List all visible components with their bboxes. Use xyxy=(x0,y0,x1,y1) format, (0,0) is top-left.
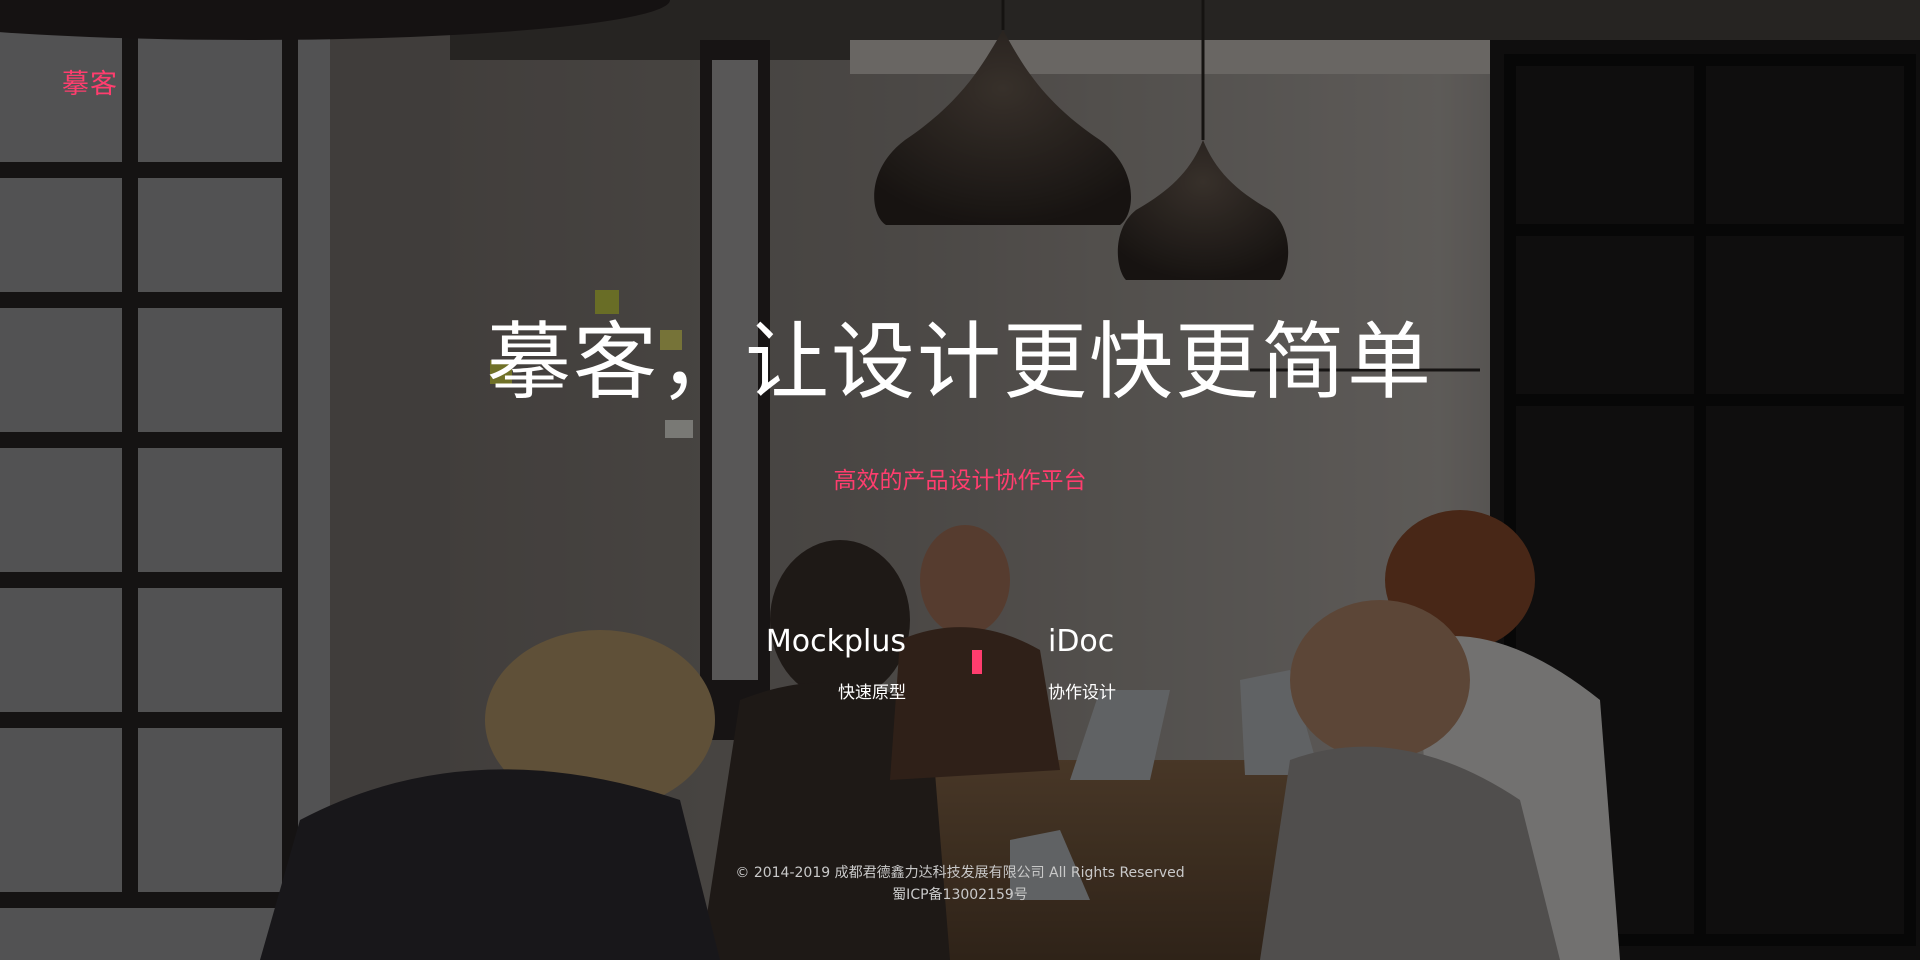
product-divider-bar xyxy=(972,650,982,674)
footer-icp[interactable]: 蜀ICP备13002159号 xyxy=(0,884,1920,906)
brand-logo[interactable]: 摹客 xyxy=(62,62,118,101)
product-name: Mockplus xyxy=(765,624,906,659)
product-description: 快速原型 xyxy=(838,683,906,703)
hero-subtitle: 高效的产品设计协作平台 xyxy=(833,468,1087,494)
product-description: 协作设计 xyxy=(1048,683,1116,703)
footer-copyright: © 2014-2019 成都君德鑫力达科技发展有限公司 All Rights R… xyxy=(735,865,1185,881)
footer: © 2014-2019 成都君德鑫力达科技发展有限公司 All Rights R… xyxy=(0,862,1920,906)
product-link-mockplus[interactable]: Mockplus 快速原型 xyxy=(766,620,906,706)
product-link-idoc[interactable]: iDoc 协作设计 xyxy=(1048,620,1116,706)
product-name: iDoc xyxy=(1048,624,1115,659)
landing-page: 摹客 摹客，让设计更快更简单 高效的产品设计协作平台 Mockplus 快速原型… xyxy=(0,0,1920,960)
hero-title: 摹客，让设计更快更简单 xyxy=(486,313,1433,411)
